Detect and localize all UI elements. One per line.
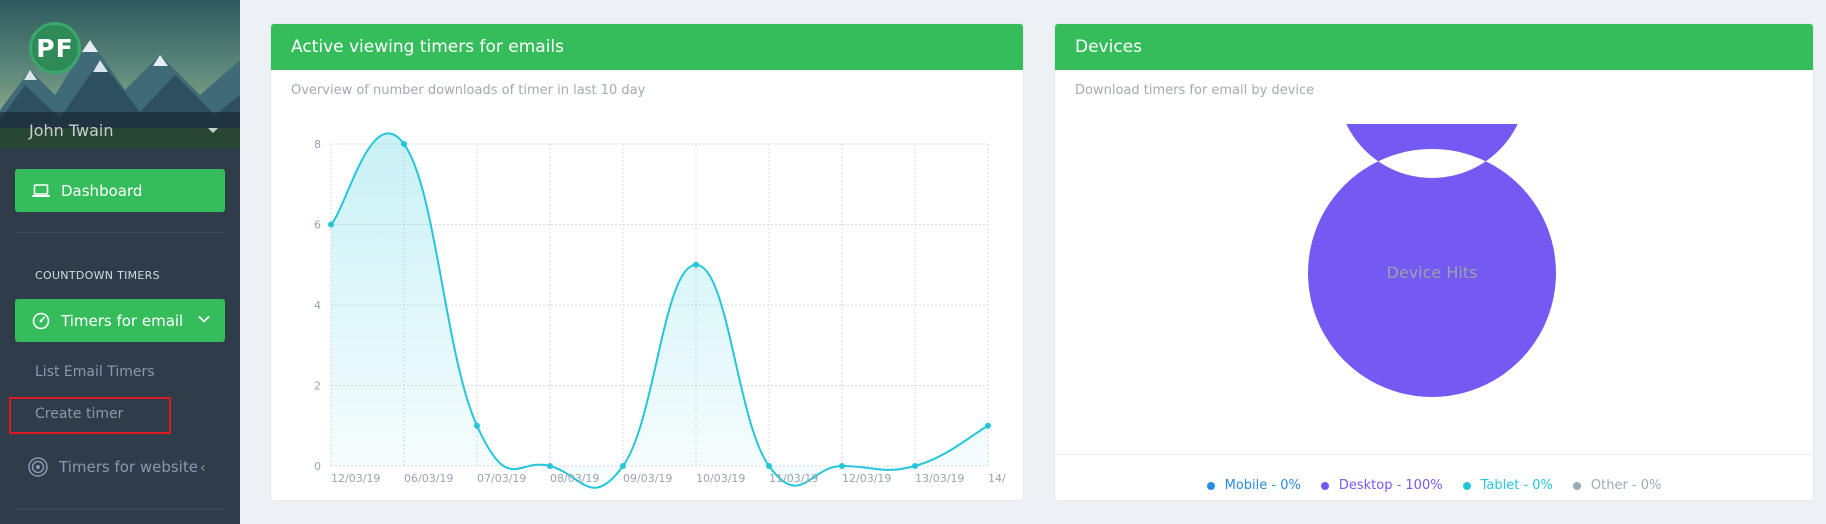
- series-area: [331, 133, 988, 488]
- x-tick-label: 12/03/19: [842, 472, 891, 485]
- x-tick-label: 09/03/19: [623, 472, 672, 485]
- selection-highlight-box: [9, 397, 171, 434]
- y-tick-label: 2: [314, 380, 321, 393]
- sidebar-divider: [15, 232, 225, 233]
- card-title: Active viewing timers for emails: [271, 24, 1023, 70]
- y-tick-label: 0: [314, 460, 321, 473]
- nav-timers-for-website-label: Timers for website: [59, 458, 198, 476]
- data-point: [547, 463, 553, 469]
- profile-name: John Twain: [29, 120, 114, 140]
- data-point: [620, 463, 626, 469]
- sidebar-divider: [15, 509, 225, 510]
- legend-label: Tablet - 0%: [1480, 478, 1553, 493]
- nav-dashboard[interactable]: Dashboard: [15, 169, 225, 212]
- nav-timers-for-email-label: Timers for email: [61, 311, 184, 330]
- legend-label: Desktop - 100%: [1338, 478, 1443, 493]
- donut-chart: Device Hits: [1307, 124, 1556, 397]
- legend-item[interactable]: Tablet - 0%: [1462, 478, 1553, 493]
- x-tick-label: 12/03/19: [331, 472, 380, 485]
- y-tick-label: 8: [314, 138, 321, 151]
- legend-dot-icon: [1572, 481, 1581, 490]
- sidebar: PF John Twain Dashboard COUNTDOWN TIMERS…: [0, 0, 240, 524]
- legend-dot-icon: [1206, 481, 1215, 490]
- data-point: [912, 463, 918, 469]
- legend-item[interactable]: Other - 0%: [1572, 478, 1662, 493]
- legend-label: Other - 0%: [1590, 478, 1662, 493]
- profile-banner: PF John Twain: [0, 0, 240, 148]
- devices-card: Devices Download timers for email by dev…: [1055, 24, 1813, 500]
- legend-item[interactable]: Mobile - 0%: [1206, 478, 1301, 493]
- sidebar-item-list-email-timers[interactable]: List Email Timers: [35, 364, 155, 380]
- data-point: [693, 261, 699, 268]
- x-tick-label: 11/03/19: [769, 472, 818, 485]
- caret-down-icon: [208, 128, 218, 133]
- legend-label: Mobile - 0%: [1224, 478, 1301, 493]
- target-icon: [27, 456, 49, 478]
- nav-timers-for-email[interactable]: Timers for email: [15, 299, 225, 342]
- line-chart: 0 2 4 6 8 12/03/19 06/03/19 07/03/19 08/03/19 09/…: [314, 132, 1006, 489]
- laptop-icon: [31, 181, 51, 201]
- legend-item[interactable]: Desktop - 100%: [1320, 478, 1443, 493]
- y-tick-label: 4: [314, 299, 321, 312]
- legend-dot-icon: [1320, 481, 1329, 490]
- legend-dot-icon: [1462, 481, 1471, 490]
- section-label: COUNTDOWN TIMERS: [35, 269, 160, 282]
- x-tick-label: 07/03/19: [477, 472, 526, 485]
- nav-timers-for-website[interactable]: Timers for website ‹: [27, 456, 206, 478]
- data-point: [401, 141, 407, 147]
- x-tick-label: 06/03/19: [404, 472, 453, 485]
- data-point: [766, 463, 772, 469]
- data-point: [474, 422, 480, 429]
- speedometer-icon: [31, 311, 51, 331]
- card-subtitle: Download timers for email by device: [1075, 83, 1315, 98]
- y-tick-label: 6: [314, 219, 321, 232]
- card-subtitle: Overview of number downloads of timer in…: [291, 83, 646, 98]
- device-legend: Mobile - 0% Desktop - 100% Tablet - 0% Othe…: [1055, 478, 1813, 493]
- active-timers-card: Active viewing timers for emails Overvie…: [271, 24, 1023, 500]
- avatar[interactable]: PF: [29, 22, 81, 74]
- profile-name-dropdown[interactable]: John Twain: [0, 112, 240, 148]
- data-point: [328, 221, 334, 228]
- x-tick-label: 14/: [988, 472, 1006, 485]
- card-title: Devices: [1055, 24, 1813, 70]
- nav-dashboard-label: Dashboard: [61, 181, 143, 200]
- data-point: [985, 422, 991, 429]
- chevron-down-icon: [197, 312, 211, 330]
- x-tick-label: 13/03/19: [915, 472, 964, 485]
- chevron-left-icon: ‹: [200, 460, 206, 476]
- donut-center-label: Device Hits: [1387, 263, 1478, 282]
- x-tick-label: 08/03/19: [550, 472, 599, 485]
- x-tick-label: 10/03/19: [696, 472, 745, 485]
- data-point: [839, 463, 845, 469]
- legend-divider: [1055, 454, 1813, 455]
